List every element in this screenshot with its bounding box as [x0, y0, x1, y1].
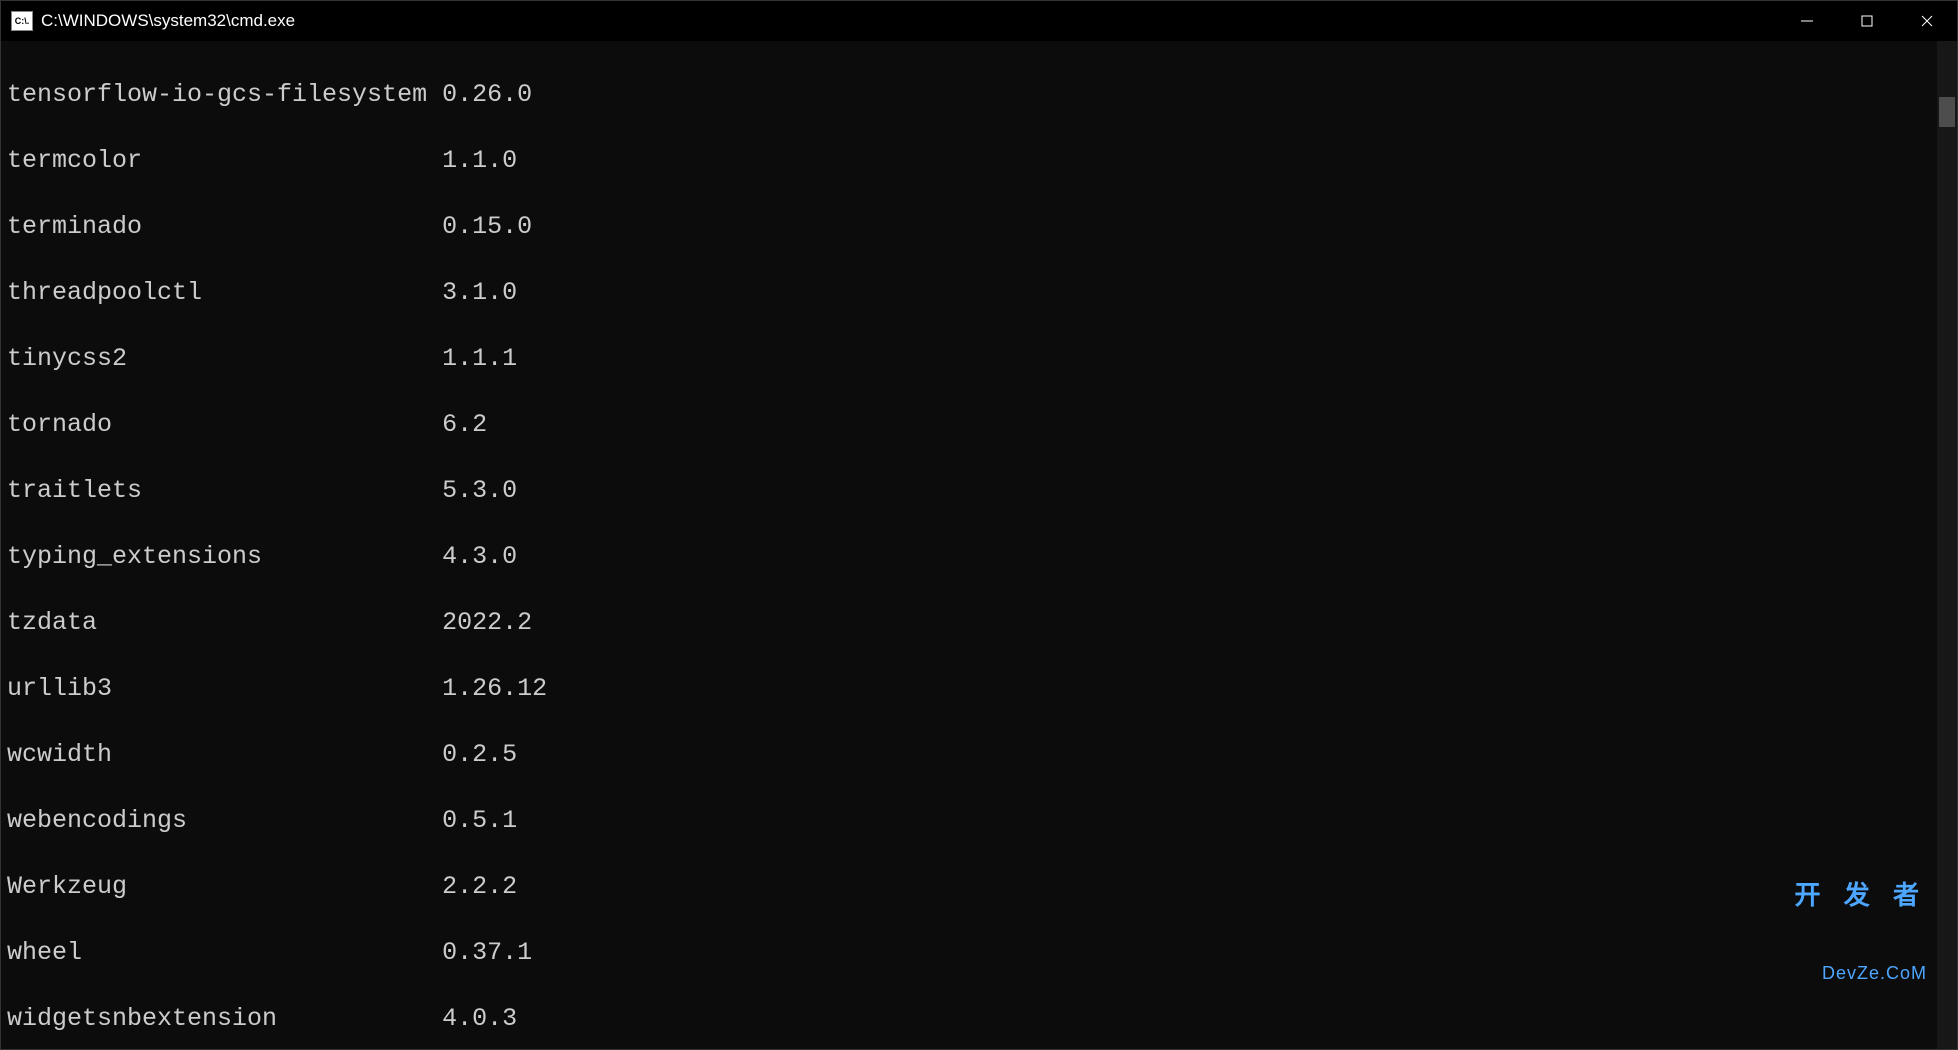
package-version: 0.15.0: [442, 212, 532, 241]
watermark-en: DevZe.CoM: [1795, 964, 1927, 984]
minimize-icon: [1800, 14, 1814, 28]
package-version: 4.3.0: [442, 542, 517, 571]
package-row: urllib31.26.12: [7, 672, 1951, 705]
cmd-icon: C:\.: [11, 11, 33, 31]
close-button[interactable]: [1897, 1, 1957, 41]
package-name: wheel: [7, 936, 442, 969]
package-version: 0.37.1: [442, 938, 532, 967]
package-row: Werkzeug2.2.2: [7, 870, 1951, 903]
package-row: traitlets5.3.0: [7, 474, 1951, 507]
package-version: 3.1.0: [442, 278, 517, 307]
package-version: 5.3.0: [442, 476, 517, 505]
package-row: tornado6.2: [7, 408, 1951, 441]
terminal-output[interactable]: tensorflow-io-gcs-filesystem0.26.0 termc…: [1, 41, 1957, 1049]
package-row: wheel0.37.1: [7, 936, 1951, 969]
package-name: tzdata: [7, 606, 442, 639]
package-version: 1.26.12: [442, 674, 547, 703]
package-name: terminado: [7, 210, 442, 243]
package-row: webencodings0.5.1: [7, 804, 1951, 837]
package-name: threadpoolctl: [7, 276, 442, 309]
package-row: termcolor1.1.0: [7, 144, 1951, 177]
maximize-icon: [1860, 14, 1874, 28]
package-name: webencodings: [7, 804, 442, 837]
package-row: threadpoolctl3.1.0: [7, 276, 1951, 309]
package-row: widgetsnbextension4.0.3: [7, 1002, 1951, 1035]
package-row: tzdata2022.2: [7, 606, 1951, 639]
window-title: C:\WINDOWS\system32\cmd.exe: [41, 11, 295, 31]
window-controls: [1777, 1, 1957, 41]
package-name: tinycss2: [7, 342, 442, 375]
package-name: urllib3: [7, 672, 442, 705]
package-name: widgetsnbextension: [7, 1002, 442, 1035]
package-version: 1.1.0: [442, 146, 517, 175]
package-row: tensorflow-io-gcs-filesystem0.26.0: [7, 78, 1951, 111]
scroll-thumb[interactable]: [1939, 97, 1955, 127]
package-name: typing_extensions: [7, 540, 442, 573]
package-row: typing_extensions4.3.0: [7, 540, 1951, 573]
close-icon: [1920, 14, 1934, 28]
watermark: 开 发 者 DevZe.CoM: [1795, 826, 1927, 1039]
package-name: termcolor: [7, 144, 442, 177]
titlebar[interactable]: C:\. C:\WINDOWS\system32\cmd.exe: [1, 1, 1957, 41]
package-version: 6.2: [442, 410, 487, 439]
watermark-cn: 开 发 者: [1795, 881, 1927, 910]
cmd-window: C:\. C:\WINDOWS\system32\cmd.exe tensorf…: [0, 0, 1958, 1050]
minimize-button[interactable]: [1777, 1, 1837, 41]
package-name: tensorflow-io-gcs-filesystem: [7, 78, 442, 111]
scrollbar[interactable]: [1937, 41, 1957, 1049]
package-name: traitlets: [7, 474, 442, 507]
package-version: 0.26.0: [442, 80, 532, 109]
package-version: 2.2.2: [442, 872, 517, 901]
package-row: terminado0.15.0: [7, 210, 1951, 243]
package-row: wcwidth0.2.5: [7, 738, 1951, 771]
package-version: 0.2.5: [442, 740, 517, 769]
package-name: Werkzeug: [7, 870, 442, 903]
package-name: wcwidth: [7, 738, 442, 771]
titlebar-left: C:\. C:\WINDOWS\system32\cmd.exe: [11, 11, 295, 31]
package-version: 4.0.3: [442, 1004, 517, 1033]
package-version: 0.5.1: [442, 806, 517, 835]
package-row: tinycss21.1.1: [7, 342, 1951, 375]
package-version: 2022.2: [442, 608, 532, 637]
maximize-button[interactable]: [1837, 1, 1897, 41]
package-name: tornado: [7, 408, 442, 441]
package-version: 1.1.1: [442, 344, 517, 373]
